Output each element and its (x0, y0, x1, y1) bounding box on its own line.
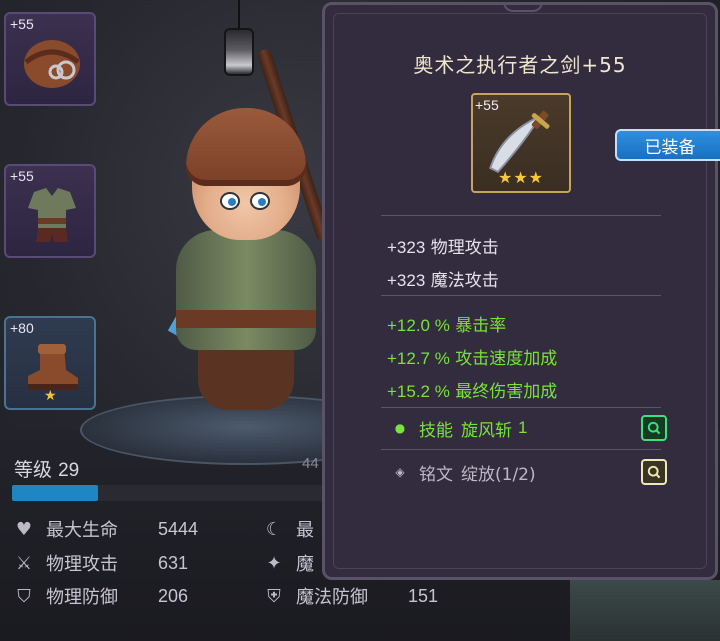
attr-name: 物理攻击 (430, 238, 499, 258)
rarity-stars: ★★★ (497, 168, 545, 187)
stat-value: 151 (408, 585, 439, 606)
shield-icon: ⛉ (17, 585, 31, 607)
skill-name: 旋风斩 (461, 420, 512, 441)
lantern-rope (238, 0, 240, 30)
level-text: 等级 (14, 459, 53, 481)
helmet-icon (24, 40, 80, 88)
stat-value: 206 (158, 585, 189, 606)
heart-icon: ♥ (15, 518, 33, 540)
attr-value: +12.7 % (387, 349, 450, 368)
character-legs (198, 340, 294, 410)
level-partial-value: 44 (302, 455, 319, 472)
skill-level: 1 (518, 418, 528, 437)
character-eye-right (250, 192, 270, 210)
panel-notch (503, 2, 543, 12)
star-icon: ★ (44, 388, 57, 404)
stat-value: 631 (158, 552, 189, 573)
stat-label: 魔法防御 (296, 587, 368, 608)
boots-slot[interactable]: +80 ★ (4, 316, 96, 410)
helmet-slot[interactable]: +55 (4, 12, 96, 106)
attr-name: 暴击率 (455, 316, 507, 336)
base-attr-row: +323 魔法攻击 (387, 266, 499, 291)
attr-name: 最终伤害加成 (455, 382, 558, 402)
attr-value: +323 (387, 271, 426, 290)
stat-max-hp: ♥ 最大生命 5444 (12, 517, 199, 542)
magic-shield-icon: ⛨ (267, 585, 281, 607)
skill-row: ● 技能 旋风斩 1 (391, 413, 667, 443)
stat-value: 5444 (158, 518, 199, 539)
magic-icon: ✦ (266, 552, 282, 574)
armor-slot[interactable]: +55 (4, 164, 96, 258)
rune-row: ◈ 铭文 绽放(1/2) (391, 457, 667, 487)
slot-enhance-level: +55 (10, 168, 34, 184)
armor-icon (28, 188, 76, 242)
rune-label: 铭文 (419, 464, 453, 485)
sword-icon: ⚔ (15, 552, 33, 574)
bottom-decoration (570, 580, 720, 641)
attr-value: +323 (387, 238, 426, 257)
character-hood (186, 108, 306, 186)
item-enhance-level: +55 (475, 97, 499, 113)
attr-name: 魔法攻击 (430, 271, 499, 291)
slot-enhance-level: +55 (10, 16, 34, 32)
stat-label: 物理防御 (46, 587, 118, 608)
equipped-badge: 已装备 (615, 129, 720, 161)
rune-details-button[interactable] (641, 459, 667, 485)
stat-phys-defense: ⛉ 物理防御 206 (12, 584, 189, 609)
skill-label: 技能 (419, 420, 453, 441)
item-detail-panel: 奥术之执行者之剑+55 +55 ★★★ 已装备 +323 物理攻击 +323 魔… (322, 2, 720, 580)
bonus-attr-row: +12.0 % 暴击率 (387, 311, 506, 336)
divider (381, 407, 661, 408)
skill-bullet-icon: ● (394, 421, 406, 435)
magnifier-icon (647, 421, 661, 435)
xp-fill (12, 485, 99, 501)
slot-enhance-level: +80 (10, 320, 34, 336)
attr-name: 攻击速度加成 (455, 349, 558, 369)
xp-bar (12, 485, 332, 501)
magnifier-icon (647, 465, 661, 479)
rune-name: 绽放(1/2) (461, 464, 536, 485)
character-model[interactable] (150, 100, 350, 430)
item-icon-frame[interactable]: +55 ★★★ (471, 93, 571, 193)
skill-details-button[interactable] (641, 415, 667, 441)
stat-label: 最大生命 (46, 520, 118, 541)
level-value: 29 (58, 460, 80, 481)
lantern-icon (224, 28, 254, 76)
divider (381, 295, 661, 296)
character-body (176, 230, 316, 350)
level-label: 等级 29 (14, 455, 79, 482)
base-attr-row: +323 物理攻击 (387, 233, 499, 258)
bonus-attr-row: +12.7 % 攻击速度加成 (387, 344, 557, 369)
divider (381, 449, 661, 450)
rune-diamond-icon: ◈ (395, 465, 405, 479)
character-eye-left (220, 192, 240, 210)
stat-phys-attack: ⚔ 物理攻击 631 (12, 551, 189, 576)
bonus-attr-row: +15.2 % 最终伤害加成 (387, 377, 557, 402)
moon-icon: ☾ (265, 518, 283, 540)
character-belt (176, 310, 316, 328)
attr-value: +15.2 % (387, 382, 450, 401)
attr-value: +12.0 % (387, 316, 450, 335)
stat-magic-defense: ⛨ 魔法防御 151 (262, 584, 439, 609)
divider (381, 215, 661, 216)
item-title: 奥术之执行者之剑+55 (413, 53, 627, 77)
stat-label: 物理攻击 (46, 554, 118, 575)
